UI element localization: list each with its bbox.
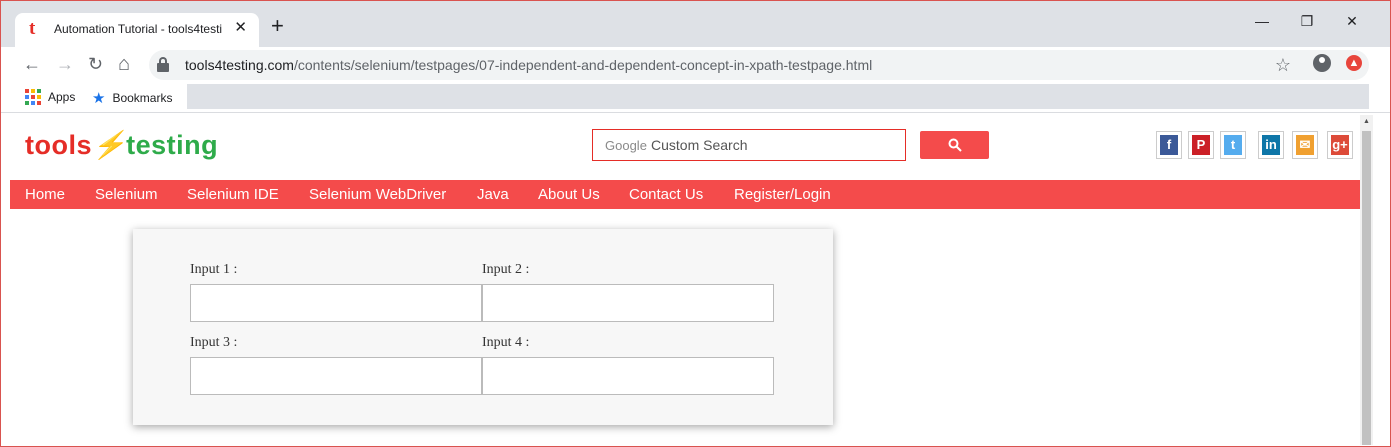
bookmarks-empty-area (187, 84, 1369, 109)
url-text[interactable]: tools4testing.com/contents/selenium/test… (185, 57, 872, 73)
email-icon: ✉ (1296, 135, 1314, 155)
input2-label: Input 2 : (482, 262, 530, 277)
bookmark-apps[interactable]: Apps (25, 89, 75, 105)
input4-label: Input 4 : (482, 335, 530, 350)
apps-grid-dot (31, 101, 35, 105)
main-nav: Home Selenium Selenium IDE Selenium WebD… (10, 180, 1360, 209)
form-card: Input 1 : Input 2 : Input 3 : Input 4 : (133, 229, 833, 425)
twitter-icon: t (1224, 135, 1242, 155)
page-scrollbar[interactable]: ▲ (1360, 115, 1373, 445)
address-bar[interactable]: tools4testing.com/contents/selenium/test… (149, 50, 1369, 80)
home-icon[interactable]: ⌂ (118, 53, 130, 75)
nav-selenium[interactable]: Selenium (95, 186, 158, 203)
bookmarks-bar: Apps ★ Bookmarks (1, 83, 1390, 113)
input4-field[interactable] (482, 357, 774, 395)
web-page: tools⚡testing Google Custom Search f Pt in… (10, 115, 1360, 445)
star-icon: ★ (92, 90, 106, 107)
url-host: tools4testing.com (185, 57, 294, 73)
logo-part-tools: tools (25, 130, 92, 160)
input1-field[interactable] (190, 284, 482, 322)
bookmark-star-icon[interactable]: ☆ (1275, 55, 1291, 76)
google-plus-link[interactable]: g+ (1327, 131, 1353, 159)
scroll-thumb[interactable] (1362, 131, 1371, 445)
tab-strip: t Automation Tutorial - tools4testi ✕ + … (1, 1, 1390, 47)
lightning-icon: ⚡ (92, 130, 127, 160)
facebook-link[interactable]: f (1156, 131, 1182, 159)
pinterest-link[interactable]: P (1188, 131, 1214, 159)
window-close-icon[interactable]: ✕ (1342, 13, 1362, 30)
minimize-icon[interactable]: — (1252, 13, 1272, 29)
restore-icon[interactable]: ❐ (1297, 13, 1317, 30)
google-label: Google (605, 138, 647, 153)
nav-about-us[interactable]: About Us (538, 186, 600, 203)
search-button[interactable] (920, 131, 989, 159)
google-plus-icon: g+ (1331, 135, 1349, 155)
tab-title: Automation Tutorial - tools4testi (54, 22, 223, 36)
site-favicon-icon: t (29, 18, 36, 39)
search-placeholder: Custom Search (651, 137, 748, 153)
input3-label: Input 3 : (190, 335, 238, 350)
nav-home[interactable]: Home (25, 186, 65, 203)
apps-grid-dot (31, 95, 35, 99)
input1-label: Input 1 : (190, 262, 238, 277)
browser-toolbar: ← → ↻ ⌂ tools4testing.com/contents/selen… (1, 47, 1390, 83)
bookmark-bookmarks[interactable]: ★ Bookmarks (92, 89, 172, 107)
linkedin-icon: in (1262, 135, 1280, 155)
twitter-link[interactable]: t (1220, 131, 1246, 159)
reload-icon[interactable]: ↻ (88, 53, 103, 75)
browser-window: t Automation Tutorial - tools4testi ✕ + … (0, 0, 1391, 447)
extension-icon[interactable]: ▲ (1346, 55, 1362, 71)
apps-grid-dot (25, 89, 29, 93)
lock-icon (157, 56, 169, 72)
nav-java[interactable]: Java (477, 186, 509, 203)
close-tab-icon[interactable]: ✕ (234, 20, 247, 36)
apps-grid-dot (37, 89, 41, 93)
apps-grid-dot (31, 89, 35, 93)
search-input[interactable]: Google Custom Search (592, 129, 906, 161)
linkedin-link[interactable]: in (1258, 131, 1284, 159)
bookmark-bookmarks-label: Bookmarks (112, 91, 173, 105)
scroll-up-icon[interactable]: ▲ (1363, 118, 1370, 125)
nav-contact-us[interactable]: Contact Us (629, 186, 703, 203)
logo-part-testing: testing (126, 130, 219, 160)
apps-grid-dot (25, 101, 29, 105)
email-link[interactable]: ✉ (1292, 131, 1318, 159)
facebook-icon: f (1160, 135, 1178, 155)
apps-grid-dot (37, 101, 41, 105)
input2-field[interactable] (482, 284, 774, 322)
apps-grid-dot (37, 95, 41, 99)
search-icon (948, 138, 962, 152)
url-path: /contents/selenium/testpages/07-independ… (293, 57, 873, 73)
nav-selenium-webdriver[interactable]: Selenium WebDriver (309, 186, 446, 203)
browser-tab[interactable]: t Automation Tutorial - tools4testi ✕ (15, 13, 259, 47)
input3-field[interactable] (190, 357, 482, 395)
nav-selenium-ide[interactable]: Selenium IDE (187, 186, 279, 203)
forward-icon[interactable]: → (56, 53, 74, 75)
back-icon[interactable]: ← (23, 53, 41, 75)
nav-register-login[interactable]: Register/Login (734, 186, 831, 203)
profile-icon[interactable] (1313, 54, 1331, 72)
pinterest-icon: P (1192, 135, 1210, 155)
new-tab-button[interactable]: + (271, 15, 284, 37)
apps-grid-icon (25, 89, 41, 105)
bookmark-apps-label: Apps (48, 90, 76, 104)
site-logo[interactable]: tools⚡testing (25, 129, 218, 161)
apps-grid-dot (25, 95, 29, 99)
